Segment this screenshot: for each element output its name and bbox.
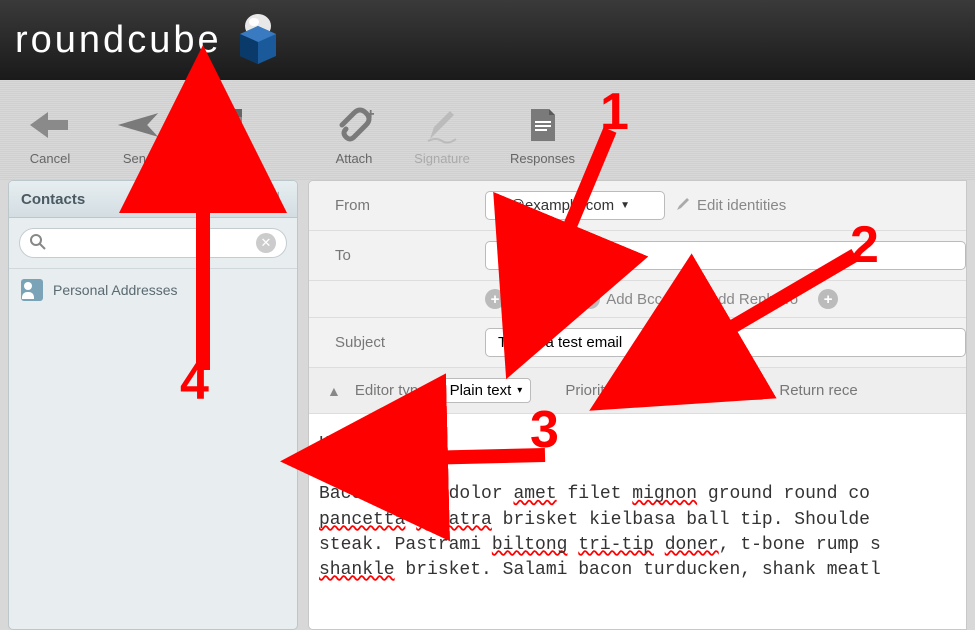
document-icon: [521, 105, 565, 145]
annotation-1: 1: [600, 82, 629, 142]
send-icon: [116, 105, 160, 145]
search-row: ✕: [9, 218, 297, 269]
addressbook-icon: [21, 279, 43, 301]
message-body[interactable]: Hello, Bacon ipsum dolor amet filet mign…: [309, 414, 966, 629]
editor-type-label: Editor type: [355, 382, 427, 399]
from-select[interactable]: jp@example.com ▼: [485, 191, 665, 220]
add-bcc-button[interactable]: +Add Bcc: [580, 289, 662, 309]
svg-text:+: +: [366, 106, 374, 123]
to-input-wrapper: [485, 241, 966, 270]
return-receipt-label: Return rece: [779, 382, 857, 399]
edit-identities-link[interactable]: Edit identities: [675, 196, 786, 216]
nav-arrows: ❘◀ ◀ ▶ ▶❘: [179, 189, 285, 209]
pen-icon: [420, 105, 464, 145]
send-button[interactable]: Send: [103, 105, 173, 166]
subject-input[interactable]: [498, 334, 953, 351]
chevron-down-icon: ▾: [517, 385, 522, 396]
clear-search-icon[interactable]: ✕: [256, 233, 276, 253]
plus-icon: +: [580, 289, 600, 309]
address-book-label: Personal Addresses: [53, 282, 178, 298]
save-button[interactable]: Save: [191, 105, 261, 166]
add-cc-button[interactable]: +Add Cc: [485, 289, 560, 309]
priority-select[interactable]: Normal▾: [626, 378, 703, 403]
editor-type-select[interactable]: Plain text▾: [441, 378, 532, 403]
edit-identities-label: Edit identities: [697, 197, 786, 214]
cube-icon: [230, 12, 286, 68]
responses-button[interactable]: Responses: [495, 105, 590, 166]
collapse-toggle-icon[interactable]: ▲: [327, 383, 341, 399]
search-icon: [30, 234, 46, 253]
save-icon: [204, 105, 248, 145]
subject-row: Subject: [309, 318, 966, 368]
to-label: To: [335, 247, 485, 264]
first-icon[interactable]: ❘◀: [179, 189, 205, 209]
attach-button[interactable]: + Attach: [319, 105, 389, 166]
plus-icon: +: [818, 289, 838, 309]
last-icon[interactable]: ▶❘: [259, 189, 285, 209]
from-label: From: [335, 197, 485, 214]
subject-input-wrapper: [485, 328, 966, 357]
compose-toolbar: Cancel Send Save + Attach Signature Resp…: [0, 80, 975, 180]
plus-icon: +: [682, 289, 702, 309]
priority-label: Priority: [565, 382, 612, 399]
add-reply-to-button[interactable]: +Add Reply-To: [682, 289, 798, 309]
add-more-button[interactable]: +: [818, 289, 838, 309]
add-recipients-row: +Add Cc +Add Bcc +Add Reply-To +: [309, 281, 966, 318]
chevron-down-icon: ▼: [620, 200, 630, 211]
prev-icon[interactable]: ◀: [215, 189, 227, 209]
options-row: ▲ Editor type Plain text▾ Priority Norma…: [309, 368, 966, 414]
chevron-down-icon: ▾: [689, 385, 694, 396]
to-input[interactable]: [498, 247, 953, 264]
contacts-header: Contacts ❘◀ ◀ ▶ ▶❘: [9, 181, 297, 218]
app-name: roundcube: [15, 19, 222, 62]
app-header: roundcube: [0, 0, 975, 80]
search-input[interactable]: [52, 235, 256, 251]
contacts-sidebar: Contacts ❘◀ ◀ ▶ ▶❘ ✕ Personal Addresses: [8, 180, 298, 630]
annotation-3: 3: [530, 400, 559, 460]
address-book-item[interactable]: Personal Addresses: [9, 269, 297, 311]
annotation-4: 4: [180, 352, 209, 412]
from-value: jp@example.com: [498, 197, 614, 214]
next-icon[interactable]: ▶: [237, 189, 249, 209]
signature-button[interactable]: Signature: [407, 105, 477, 166]
pencil-icon: [675, 196, 691, 216]
back-arrow-icon: [28, 105, 72, 145]
return-receipt-checkbox[interactable]: [747, 382, 765, 400]
paperclip-icon: +: [332, 105, 376, 145]
plus-icon: +: [485, 289, 505, 309]
search-box[interactable]: ✕: [19, 228, 287, 258]
annotation-2: 2: [850, 215, 879, 275]
app-logo: roundcube: [15, 12, 286, 68]
cancel-button[interactable]: Cancel: [15, 105, 85, 166]
main-area: Contacts ❘◀ ◀ ▶ ▶❘ ✕ Personal Addresses: [0, 180, 975, 630]
subject-label: Subject: [335, 334, 485, 351]
contacts-title: Contacts: [21, 191, 179, 208]
